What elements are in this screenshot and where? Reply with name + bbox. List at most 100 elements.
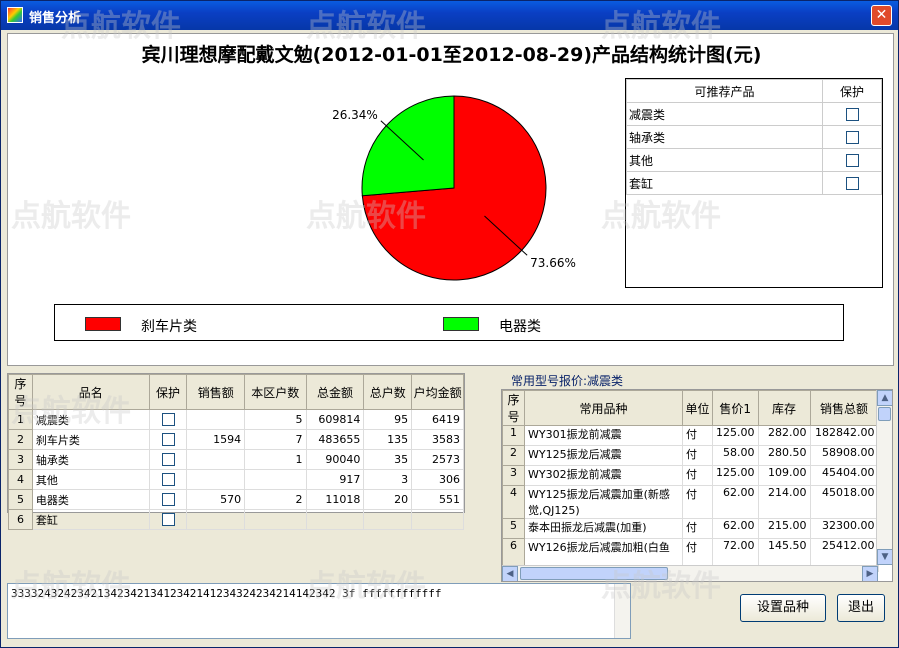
table-row[interactable]: 3 WY302振龙前减震 付 125.00 109.00 45404.00 (502, 465, 879, 486)
pie-data-label: 73.66% (530, 256, 576, 270)
common-model-quote-grid: 序号 常用品种 单位 售价1 库存 销售总额 1 WY301振龙前减震 付 12… (501, 389, 893, 582)
price-cell: 62.00 (712, 485, 759, 519)
protect-checkbox[interactable] (161, 413, 175, 427)
title-bar: 销售分析 ✕ (1, 1, 898, 30)
sales-total-cell: 58908.00 (809, 445, 879, 466)
avg-amount-cell: 3583 (411, 429, 464, 450)
col-header[interactable]: 总户数 (363, 374, 413, 410)
protect-checkbox[interactable] (161, 493, 175, 507)
table-row[interactable]: 1 减震类 5 609814 95 6419 (8, 409, 464, 430)
memo-textbox[interactable]: 3333243242342134234213412342141234324234… (7, 583, 631, 639)
exit-button[interactable]: 退出 (837, 594, 885, 622)
col-header[interactable]: 保护 (148, 374, 188, 410)
recommend-item-label: 其他 (626, 148, 823, 172)
total-households-cell: 95 (363, 409, 413, 430)
unit-cell: 付 (682, 518, 713, 539)
sales-analysis-window: 销售分析 ✕ 宾川理想摩配戴文勉(2012-01-01至2012-08-29)产… (0, 0, 899, 648)
sales-cell (186, 409, 246, 430)
recommend-item-label: 轴承类 (626, 125, 823, 149)
protect-checkbox[interactable] (845, 131, 859, 144)
price-cell: 58.00 (712, 445, 759, 466)
col-header[interactable]: 销售额 (186, 374, 246, 410)
recommend-item-label: 减震类 (626, 102, 823, 126)
chart-panel: 宾川理想摩配戴文勉(2012-01-01至2012-08-29)产品结构统计图(… (7, 33, 894, 366)
product-structure-grid: 序号 品名 保护 销售额 本区户数 总金额 总户数 户均金额 1 减震类 5 6… (7, 373, 465, 530)
model-name-cell: WY125振龙后减震 (524, 445, 683, 466)
table-row[interactable]: 1 WY301振龙前减震 付 125.00 282.00 182842.00 (502, 425, 879, 446)
total-amount-cell: 609814 (305, 409, 365, 430)
local-households-cell (244, 509, 307, 530)
table-row[interactable]: 5 泰本田振龙后减震(加重) 付 62.00 215.00 32300.00 (502, 518, 879, 539)
vertical-scrollbar[interactable]: ▲ ▼ (876, 390, 892, 565)
protect-checkbox[interactable] (161, 513, 175, 527)
scroll-left-icon[interactable]: ◀ (502, 566, 518, 581)
total-households-cell: 135 (363, 429, 413, 450)
vertical-scroll-thumb[interactable] (878, 407, 891, 421)
col-header[interactable]: 库存 (757, 390, 811, 426)
sales-cell: 1594 (186, 429, 246, 450)
protect-checkbox[interactable] (161, 433, 175, 447)
col-header[interactable]: 销售总额 (809, 390, 879, 426)
table-row[interactable]: 4 WY125振龙后减震加重(新感觉,QJ125) 付 62.00 214.00… (502, 485, 879, 519)
setup-variety-button[interactable]: 设置品种 (740, 594, 826, 622)
scroll-down-icon[interactable]: ▼ (877, 549, 892, 565)
table-row[interactable]: 6 套缸 (8, 509, 464, 530)
row-index: 1 (502, 425, 525, 446)
col-header[interactable]: 户均金额 (411, 374, 464, 410)
col-header[interactable]: 品名 (31, 374, 150, 410)
protect-checkbox[interactable] (845, 154, 859, 167)
col-header[interactable]: 常用品种 (524, 390, 683, 426)
row-index: 3 (8, 449, 33, 470)
col-header[interactable]: 本区户数 (244, 374, 307, 410)
recommend-header-product: 可推荐产品 (626, 79, 823, 103)
sales-total-cell: 182842.00 (809, 425, 879, 446)
sales-cell (186, 509, 246, 530)
avg-amount-cell: 306 (411, 469, 464, 490)
total-amount-cell (305, 509, 365, 530)
col-header[interactable]: 序号 (502, 390, 525, 426)
recommend-row: 减震类 (626, 102, 882, 126)
close-button[interactable]: ✕ (871, 5, 892, 26)
quote-section-label: 常用型号报价:减震类 (511, 374, 624, 388)
product-name-cell: 刹车片类 (31, 429, 150, 450)
protect-checkbox[interactable] (161, 453, 175, 467)
model-name-cell: WY125振龙后减震加重(新感觉,QJ125) (524, 485, 683, 519)
col-header[interactable]: 单位 (682, 390, 713, 426)
scroll-right-icon[interactable]: ▶ (862, 566, 878, 581)
total-amount-cell: 11018 (305, 489, 365, 510)
unit-cell: 付 (682, 445, 713, 466)
legend-swatch-brake (85, 317, 121, 331)
table-row[interactable]: 5 电器类 570 2 11018 20 551 (8, 489, 464, 510)
avg-amount-cell: 551 (411, 489, 464, 510)
row-index: 2 (8, 429, 33, 450)
product-name-cell: 减震类 (31, 409, 150, 430)
stock-cell: 214.00 (757, 485, 811, 519)
memo-scrollbar[interactable] (614, 584, 630, 638)
total-amount-cell: 90040 (305, 449, 365, 470)
table-row[interactable]: 2 WY125振龙后减震 付 58.00 280.50 58908.00 (502, 445, 879, 466)
table-row[interactable]: 3 轴承类 1 90040 35 2573 (8, 449, 464, 470)
row-index: 4 (8, 469, 33, 490)
table-row[interactable]: 2 刹车片类 1594 7 483655 135 3583 (8, 429, 464, 450)
stock-cell: 215.00 (757, 518, 811, 539)
legend-label-brake: 刹车片类 (141, 319, 197, 335)
memo-text: 3333243242342134234213412342141234324234… (11, 587, 442, 600)
pie-chart: 73.66% 26.34% (332, 95, 576, 281)
protect-checkbox[interactable] (845, 108, 859, 121)
protect-checkbox[interactable] (161, 473, 175, 487)
sales-cell: 570 (186, 489, 246, 510)
table-row[interactable]: 4 其他 917 3 306 (8, 469, 464, 490)
protect-checkbox[interactable] (845, 177, 859, 190)
row-index: 4 (502, 485, 525, 519)
recommend-header-protect: 保护 (822, 79, 882, 103)
scroll-up-icon[interactable]: ▲ (877, 390, 892, 406)
col-header[interactable]: 售价1 (712, 390, 759, 426)
recommend-row: 套缸 (626, 171, 882, 195)
grid-header-row: 序号 品名 保护 销售额 本区户数 总金额 总户数 户均金额 (8, 374, 464, 410)
col-header[interactable]: 总金额 (305, 374, 365, 410)
row-index: 1 (8, 409, 33, 430)
col-header[interactable]: 序号 (8, 374, 33, 410)
horizontal-scroll-thumb[interactable] (520, 567, 668, 580)
row-index: 3 (502, 465, 525, 486)
horizontal-scrollbar[interactable]: ◀ ▶ (502, 565, 878, 581)
